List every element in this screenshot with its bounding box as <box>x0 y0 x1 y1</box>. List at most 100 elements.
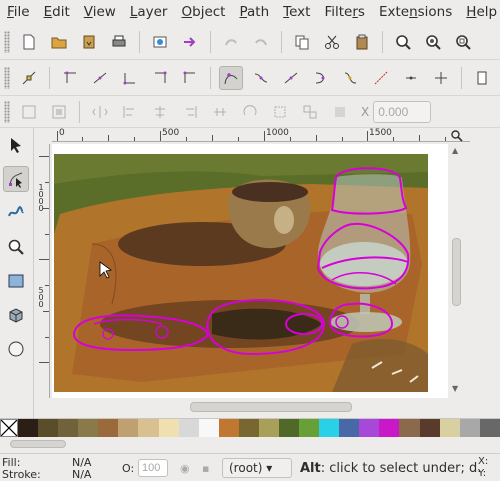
raise-icon[interactable] <box>17 100 41 124</box>
break-path-icon[interactable] <box>118 66 142 90</box>
paste-icon[interactable] <box>350 30 374 54</box>
menu-extensions[interactable]: Extensions <box>372 0 459 24</box>
segment-curve-icon[interactable] <box>369 66 393 90</box>
menu-help[interactable]: Help <box>459 0 500 24</box>
import-icon[interactable] <box>148 30 172 54</box>
join-nodes-icon[interactable] <box>88 66 112 90</box>
menu-text[interactable]: Text <box>276 0 317 24</box>
palette-scrollbar[interactable] <box>10 440 66 448</box>
stroke-value[interactable]: N/A <box>72 468 91 481</box>
color-swatch[interactable] <box>118 419 139 437</box>
color-swatch[interactable] <box>178 419 199 437</box>
lower-icon[interactable] <box>47 100 71 124</box>
open-icon[interactable] <box>47 30 71 54</box>
color-swatch[interactable] <box>38 419 59 437</box>
color-swatch[interactable] <box>359 419 380 437</box>
color-swatch[interactable] <box>58 419 79 437</box>
no-paint-swatch[interactable] <box>0 419 18 437</box>
symmetric-node-icon[interactable] <box>279 66 303 90</box>
color-swatch[interactable] <box>299 419 320 437</box>
color-swatch[interactable] <box>78 419 99 437</box>
scroll-down-icon[interactable]: ▼ <box>452 384 458 393</box>
delete-nodes-icon[interactable] <box>58 66 82 90</box>
color-swatch[interactable] <box>459 419 480 437</box>
copy-icon[interactable] <box>290 30 314 54</box>
horizontal-scroll-thumb[interactable] <box>190 402 352 412</box>
rotate-icon[interactable] <box>238 100 262 124</box>
color-swatch[interactable] <box>98 419 119 437</box>
vertical-ruler[interactable]: 1000 500 <box>36 144 50 398</box>
color-swatch[interactable] <box>399 419 420 437</box>
cut-icon[interactable] <box>320 30 344 54</box>
auto-smooth-node-icon[interactable] <box>309 66 333 90</box>
join-segment-icon[interactable] <box>148 66 172 90</box>
selector-tool-icon[interactable] <box>3 132 29 158</box>
toolbar-grip[interactable] <box>4 66 10 89</box>
horizontal-scrollbar[interactable] <box>52 398 448 416</box>
ellipse-tool-icon[interactable] <box>3 336 29 362</box>
color-swatch[interactable] <box>319 419 340 437</box>
x-coordinate-input[interactable] <box>373 100 432 123</box>
scroll-up-icon[interactable]: ▲ <box>452 146 458 155</box>
menu-layer[interactable]: Layer <box>123 0 175 24</box>
align-center-icon[interactable] <box>148 100 172 124</box>
new-document-icon[interactable] <box>17 30 41 54</box>
color-swatch[interactable] <box>419 419 440 437</box>
stroke-to-path-icon[interactable] <box>429 66 453 90</box>
distribute-icon[interactable] <box>208 100 232 124</box>
tweak-tool-icon[interactable] <box>3 200 29 226</box>
align-right-icon[interactable] <box>178 100 202 124</box>
redo-icon[interactable] <box>249 30 273 54</box>
smooth-node-icon[interactable] <box>249 66 273 90</box>
menu-filters[interactable]: Filters <box>317 0 372 24</box>
color-swatch[interactable] <box>379 419 400 437</box>
drawing-canvas[interactable] <box>52 144 448 398</box>
vertical-scrollbar[interactable]: ▲ ▼ <box>448 144 464 398</box>
color-swatch[interactable] <box>18 419 39 437</box>
print-icon[interactable] <box>107 30 131 54</box>
color-swatch[interactable] <box>479 419 500 437</box>
menu-path[interactable]: Path <box>232 0 276 24</box>
horizontal-ruler[interactable]: 0 500 1000 1500 <box>52 128 470 142</box>
menu-view[interactable]: View <box>77 0 123 24</box>
color-swatch[interactable] <box>339 419 360 437</box>
zoom-drawing-icon[interactable] <box>421 30 445 54</box>
object-to-path-icon[interactable] <box>399 66 423 90</box>
color-swatch[interactable] <box>198 419 219 437</box>
vertical-scroll-thumb[interactable] <box>452 238 461 306</box>
cusp-node-icon[interactable] <box>219 65 243 90</box>
zoom-tool-icon[interactable] <box>3 234 29 260</box>
layer-lock-icon[interactable]: ▪ <box>202 462 209 475</box>
toolbar-grip[interactable] <box>4 30 10 53</box>
delete-segment-icon[interactable] <box>178 66 202 90</box>
zoom-selection-icon[interactable] <box>391 30 415 54</box>
color-swatch[interactable] <box>439 419 460 437</box>
align-left-icon[interactable] <box>118 100 142 124</box>
menu-edit[interactable]: Edit <box>37 0 77 24</box>
flip-icon[interactable] <box>88 100 112 124</box>
transform-icon[interactable] <box>328 100 352 124</box>
segment-line-icon[interactable] <box>339 66 363 90</box>
menu-object[interactable]: Object <box>174 0 232 24</box>
layer-dropdown[interactable]: (root) ▾ <box>222 458 292 478</box>
save-icon[interactable] <box>77 30 101 54</box>
rectangle-tool-icon[interactable] <box>3 268 29 294</box>
node-tool-icon[interactable] <box>3 166 29 192</box>
ungroup-icon[interactable] <box>298 100 322 124</box>
lock-icon[interactable] <box>450 129 464 143</box>
export-icon[interactable] <box>178 30 202 54</box>
zoom-page-icon[interactable] <box>451 30 475 54</box>
color-swatch[interactable] <box>258 419 280 437</box>
visibility-icon[interactable]: ◉ <box>180 462 190 475</box>
add-nodes-icon[interactable] <box>17 66 41 90</box>
color-swatch[interactable] <box>218 419 239 437</box>
menu-file[interactable]: File <box>0 0 37 24</box>
color-swatch[interactable] <box>279 419 300 437</box>
toolbar-grip[interactable] <box>4 100 10 123</box>
group-icon[interactable] <box>268 100 292 124</box>
undo-icon[interactable] <box>219 30 243 54</box>
show-handles-icon[interactable] <box>470 66 494 90</box>
color-swatch[interactable] <box>238 419 259 437</box>
color-swatch[interactable] <box>138 419 159 437</box>
opacity-input[interactable] <box>138 459 168 477</box>
